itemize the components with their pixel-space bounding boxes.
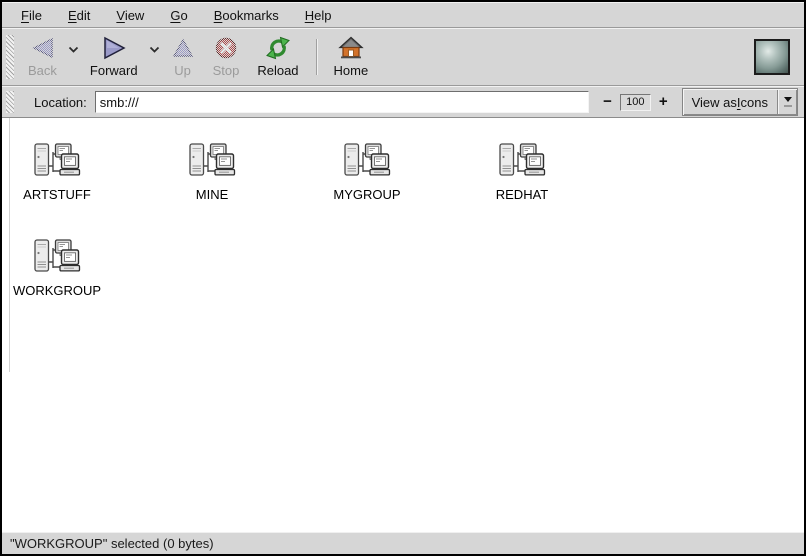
menu-help-mnemonic: H: [305, 8, 314, 23]
reload-icon: [265, 35, 291, 61]
home-label: Home: [334, 64, 369, 78]
throbber-icon: [754, 39, 790, 75]
zoom-out-button[interactable]: −: [601, 95, 614, 109]
menu-help[interactable]: Help: [292, 5, 345, 26]
chevron-down-icon: [149, 46, 160, 54]
status-text: "WORKGROUP" selected (0 bytes): [10, 536, 214, 551]
stop-label: Stop: [213, 64, 240, 78]
up-label: Up: [174, 64, 191, 78]
pane-edge-line: [9, 118, 10, 372]
item-label: MYGROUP: [333, 187, 400, 202]
forward-label: Forward: [90, 64, 138, 78]
network-workgroup-icon: [33, 238, 81, 278]
icon-view[interactable]: ARTSTUFF MINE MYGROUP REDHAT WORKGROUP: [2, 118, 804, 532]
network-workgroup-icon: [343, 142, 391, 182]
menu-file-mnemonic: F: [21, 8, 29, 23]
view-as-label: View as ​Icons: [683, 89, 777, 115]
menu-view-mnemonic: V: [116, 8, 124, 23]
forward-icon: [101, 35, 127, 61]
menu-file-rest: ile: [29, 8, 42, 23]
chevron-down-icon: [68, 46, 79, 54]
workgroup-item-redhat[interactable]: REDHAT: [467, 142, 577, 202]
back-label: Back: [28, 64, 57, 78]
workgroup-item-workgroup[interactable]: WORKGROUP: [2, 238, 112, 298]
dropdown-arrow-icon: [779, 89, 797, 115]
view-as-pre: View as: [692, 95, 737, 110]
home-icon: [338, 35, 364, 61]
stop-icon: [214, 35, 238, 61]
back-button[interactable]: Back: [19, 31, 66, 83]
stop-button[interactable]: Stop: [204, 31, 249, 83]
workgroup-item-mine[interactable]: MINE: [157, 142, 267, 202]
back-icon: [29, 35, 55, 61]
menu-view-rest: iew: [125, 8, 145, 23]
menu-edit[interactable]: Edit: [55, 5, 103, 26]
item-label: MINE: [196, 187, 229, 202]
view-as-dropdown[interactable]: View as ​Icons: [682, 88, 798, 116]
menu-help-rest: elp: [314, 8, 331, 23]
location-input[interactable]: [95, 91, 589, 113]
menu-go-rest: o: [180, 8, 187, 23]
file-manager-window: File Edit View Go Bookmarks Help Back: [0, 0, 806, 556]
menu-file[interactable]: File: [8, 5, 55, 26]
view-as-rest: cons: [741, 95, 768, 110]
menu-edit-rest: dit: [77, 8, 91, 23]
location-bar: Location: − 100 + View as ​Icons: [2, 86, 804, 118]
forward-history-button[interactable]: [149, 31, 160, 83]
up-button[interactable]: Up: [162, 31, 204, 83]
home-button[interactable]: Home: [325, 31, 378, 83]
menu-edit-mnemonic: E: [68, 8, 77, 23]
icon-grid: ARTSTUFF MINE MYGROUP REDHAT WORKGROUP: [2, 142, 804, 298]
menu-go-mnemonic: G: [170, 8, 180, 23]
status-bar: "WORKGROUP" selected (0 bytes): [2, 532, 804, 554]
item-label: REDHAT: [496, 187, 548, 202]
network-workgroup-icon: [188, 142, 236, 182]
reload-button[interactable]: Reload: [248, 31, 307, 83]
network-workgroup-icon: [498, 142, 546, 182]
toolbar-separator: [316, 39, 317, 75]
network-workgroup-icon: [33, 142, 81, 182]
back-history-button[interactable]: [68, 31, 79, 83]
workgroup-item-mygroup[interactable]: MYGROUP: [312, 142, 422, 202]
location-bar-drag-handle[interactable]: [6, 91, 14, 113]
menu-view[interactable]: View: [103, 5, 157, 26]
item-label: ARTSTUFF: [23, 187, 91, 202]
toolbar-drag-handle[interactable]: [6, 35, 14, 79]
item-label: WORKGROUP: [13, 283, 101, 298]
zoom-controls: − 100 +: [601, 94, 670, 111]
forward-button[interactable]: Forward: [81, 31, 147, 83]
reload-label: Reload: [257, 64, 298, 78]
menu-go[interactable]: Go: [157, 5, 200, 26]
location-label: Location:: [34, 95, 87, 110]
menu-bookmarks[interactable]: Bookmarks: [201, 5, 292, 26]
zoom-level-indicator[interactable]: 100: [620, 94, 651, 111]
workgroup-item-artstuff[interactable]: ARTSTUFF: [2, 142, 112, 202]
menubar: File Edit View Go Bookmarks Help: [2, 2, 804, 28]
zoom-in-button[interactable]: +: [657, 95, 670, 109]
toolbar: Back Forward: [2, 28, 804, 86]
up-icon: [171, 35, 195, 61]
menu-bookmarks-rest: ookmarks: [222, 8, 278, 23]
